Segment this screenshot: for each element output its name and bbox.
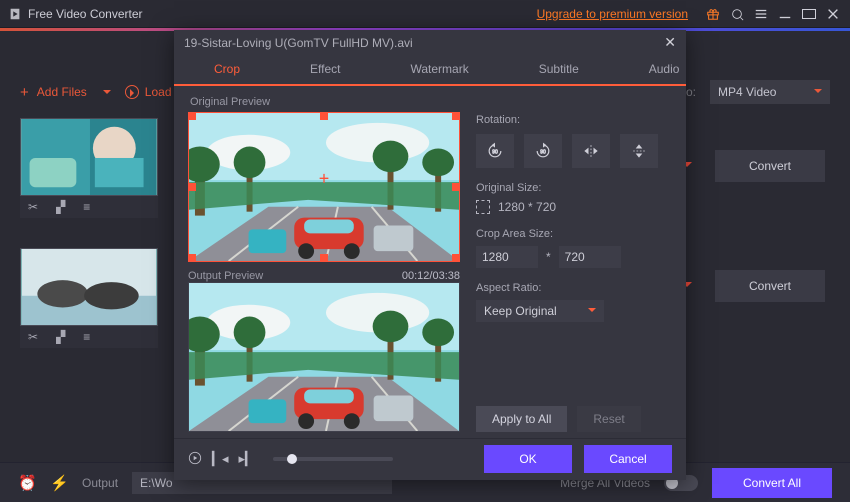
crop-icon[interactable]: ▞ [56, 330, 65, 344]
titlebar: Free Video Converter Upgrade to premium … [0, 0, 850, 28]
original-size-value: 1280 * 720 [498, 200, 556, 214]
flip-vertical-button[interactable] [620, 134, 658, 168]
aspect-ratio-value: Keep Original [484, 304, 557, 318]
original-preview-label: Original Preview [190, 96, 460, 108]
original-size-label: Original Size: [476, 182, 672, 194]
dialog-titlebar: 19-Sistar-Loving U(GomTV FullHD MV).avi … [174, 30, 686, 56]
crop-size-sep: * [546, 250, 551, 264]
crop-area-label: Crop Area Size: [476, 228, 672, 240]
seek-knob[interactable] [287, 454, 297, 464]
seek-slider[interactable] [273, 457, 393, 461]
add-files-button[interactable]: + Add Files [20, 84, 111, 101]
original-preview[interactable]: + [188, 112, 460, 262]
tab-effect[interactable]: Effect [290, 62, 360, 84]
menu-icon[interactable] [752, 5, 770, 23]
rotate-right-button[interactable]: 90 [524, 134, 562, 168]
settings-icon[interactable]: ≡ [83, 200, 90, 214]
load-dvd-label: Load [145, 85, 172, 99]
settings-icon[interactable]: ≡ [83, 330, 90, 344]
svg-text:90: 90 [492, 149, 498, 155]
apply-to-all-button[interactable]: Apply to All [476, 406, 567, 432]
rotation-label: Rotation: [476, 114, 672, 126]
crop-height-input[interactable]: 720 [559, 246, 621, 268]
video-item[interactable]: ✂ ▞ ≡ [20, 248, 158, 348]
convert-all-button[interactable]: Convert All [712, 468, 832, 498]
aspect-ratio-label: Aspect Ratio: [476, 282, 672, 294]
editor-tabs: Crop Effect Watermark Subtitle Audio [174, 56, 686, 86]
tab-audio[interactable]: Audio [629, 62, 700, 84]
gift-icon[interactable] [704, 5, 722, 23]
crop-handle[interactable] [188, 183, 196, 191]
video-thumbnail [20, 118, 158, 196]
crop-handle[interactable] [188, 112, 196, 120]
crop-handle[interactable] [320, 112, 328, 120]
timecode: 00:12/03:38 [402, 270, 460, 282]
fullscreen-icon [476, 200, 490, 214]
crop-handle[interactable] [320, 254, 328, 262]
video-item[interactable]: ✂ ▞ ≡ [20, 118, 158, 218]
crop-handle[interactable] [452, 112, 460, 120]
playback-controls: ▎◂ ▸▎ [188, 451, 393, 468]
output-preview-label: Output Preview [188, 270, 263, 282]
dialog-footer: ▎◂ ▸▎ OK Cancel [174, 438, 686, 481]
trim-icon[interactable]: ✂ [28, 330, 38, 344]
next-frame-button[interactable]: ▸▎ [239, 451, 256, 467]
cancel-button[interactable]: Cancel [584, 445, 672, 473]
maximize-button[interactable] [800, 5, 818, 23]
app-logo-icon [8, 7, 22, 21]
flip-horizontal-button[interactable] [572, 134, 610, 168]
convert-button[interactable]: Convert [715, 270, 825, 302]
crop-handle[interactable] [452, 254, 460, 262]
output-format-select[interactable]: MP4 Video [710, 80, 830, 104]
app-name: Free Video Converter [28, 7, 143, 21]
video-list: ✂ ▞ ≡ ✂ ▞ ≡ [20, 118, 158, 348]
minimize-button[interactable] [776, 5, 794, 23]
aspect-ratio-select[interactable]: Keep Original [476, 300, 604, 322]
tab-crop[interactable]: Crop [194, 62, 260, 84]
upgrade-link[interactable]: Upgrade to premium version [537, 7, 688, 21]
video-item-actions: ✂ ▞ ≡ [20, 196, 158, 218]
settings-icon[interactable] [728, 5, 746, 23]
edit-dialog: 19-Sistar-Loving U(GomTV FullHD MV).avi … [174, 30, 686, 480]
video-item-actions: ✂ ▞ ≡ [20, 326, 158, 348]
tab-subtitle[interactable]: Subtitle [519, 62, 599, 84]
plus-icon: + [20, 84, 29, 101]
crop-handle[interactable] [188, 254, 196, 262]
close-icon[interactable]: ✕ [664, 34, 676, 51]
schedule-icon[interactable]: ⏰ [18, 474, 36, 492]
crop-controls: Rotation: 90 90 Origi [476, 96, 672, 432]
dialog-title: 19-Sistar-Loving U(GomTV FullHD MV).avi [184, 36, 413, 50]
tab-watermark[interactable]: Watermark [390, 62, 488, 84]
video-thumbnail [20, 248, 158, 326]
prev-frame-button[interactable]: ▎◂ [212, 451, 229, 467]
output-preview [188, 282, 460, 432]
add-files-label: Add Files [37, 85, 87, 99]
output-path-value: E:\Wo [140, 476, 172, 490]
gpu-icon[interactable]: ⚡ [50, 474, 68, 492]
rotate-left-button[interactable]: 90 [476, 134, 514, 168]
close-window-button[interactable] [824, 5, 842, 23]
load-dvd-button[interactable]: Load [125, 85, 172, 99]
crop-icon[interactable]: ▞ [56, 200, 65, 214]
output-format-value: MP4 Video [718, 85, 776, 99]
ok-button[interactable]: OK [484, 445, 572, 473]
svg-text:90: 90 [540, 149, 546, 155]
convert-button[interactable]: Convert [715, 150, 825, 182]
trim-icon[interactable]: ✂ [28, 200, 38, 214]
crop-width-input[interactable]: 1280 [476, 246, 538, 268]
play-button[interactable] [188, 451, 202, 468]
crop-center-icon[interactable]: + [319, 169, 330, 190]
crop-handle[interactable] [452, 183, 460, 191]
output-label: Output [82, 476, 118, 490]
reset-button[interactable]: Reset [577, 406, 640, 432]
disc-icon [125, 85, 139, 99]
